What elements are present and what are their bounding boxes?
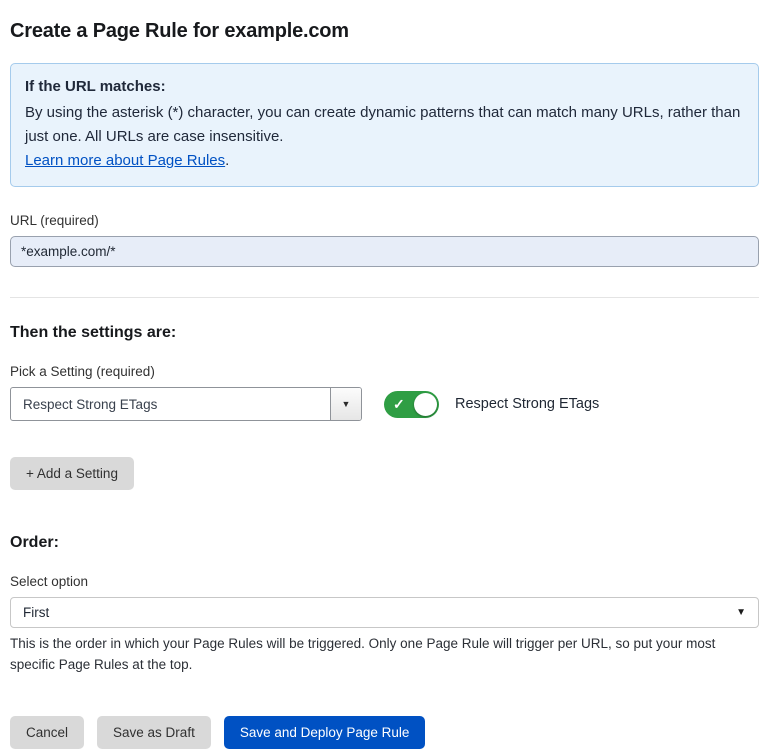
page-title: Create a Page Rule for example.com: [10, 20, 759, 43]
toggle-label: Respect Strong ETags: [455, 396, 599, 412]
footer-actions: Cancel Save as Draft Save and Deploy Pag…: [10, 716, 759, 749]
setting-select[interactable]: Respect Strong ETags ▼: [10, 387, 362, 421]
info-box-body: By using the asterisk (*) character, you…: [25, 101, 744, 149]
setting-select-arrow-button[interactable]: ▼: [330, 388, 361, 420]
pick-setting-label: Pick a Setting (required): [10, 364, 759, 379]
order-section-heading: Order:: [10, 534, 759, 552]
order-help-text: This is the order in which your Page Rul…: [10, 634, 755, 676]
setting-row: Respect Strong ETags ▼ ✓ Respect Strong …: [10, 387, 759, 421]
info-box-link-row: Learn more about Page Rules.: [25, 149, 744, 173]
page-rule-form: Create a Page Rule for example.com If th…: [0, 0, 769, 749]
etags-toggle[interactable]: ✓: [384, 391, 439, 418]
link-period: .: [225, 152, 229, 169]
section-divider: [10, 297, 759, 298]
toggle-knob: [414, 393, 437, 416]
save-draft-button[interactable]: Save as Draft: [97, 716, 211, 749]
order-select-label: Select option: [10, 574, 759, 589]
learn-more-link[interactable]: Learn more about Page Rules: [25, 152, 225, 169]
chevron-down-icon: ▼: [736, 608, 746, 618]
order-select-value: First: [23, 605, 49, 620]
setting-select-value: Respect Strong ETags: [11, 397, 169, 412]
caret-down-icon: ▼: [342, 400, 351, 409]
add-setting-button[interactable]: + Add a Setting: [10, 457, 134, 490]
url-match-info-box: If the URL matches: By using the asteris…: [10, 63, 759, 187]
url-input[interactable]: [10, 236, 759, 267]
url-field-label: URL (required): [10, 213, 759, 228]
settings-section-heading: Then the settings are:: [10, 324, 759, 342]
info-box-heading: If the URL matches:: [25, 75, 744, 99]
save-deploy-button[interactable]: Save and Deploy Page Rule: [224, 716, 426, 749]
order-select[interactable]: First ▼: [10, 597, 759, 628]
check-icon: ✓: [393, 395, 405, 413]
cancel-button[interactable]: Cancel: [10, 716, 84, 749]
